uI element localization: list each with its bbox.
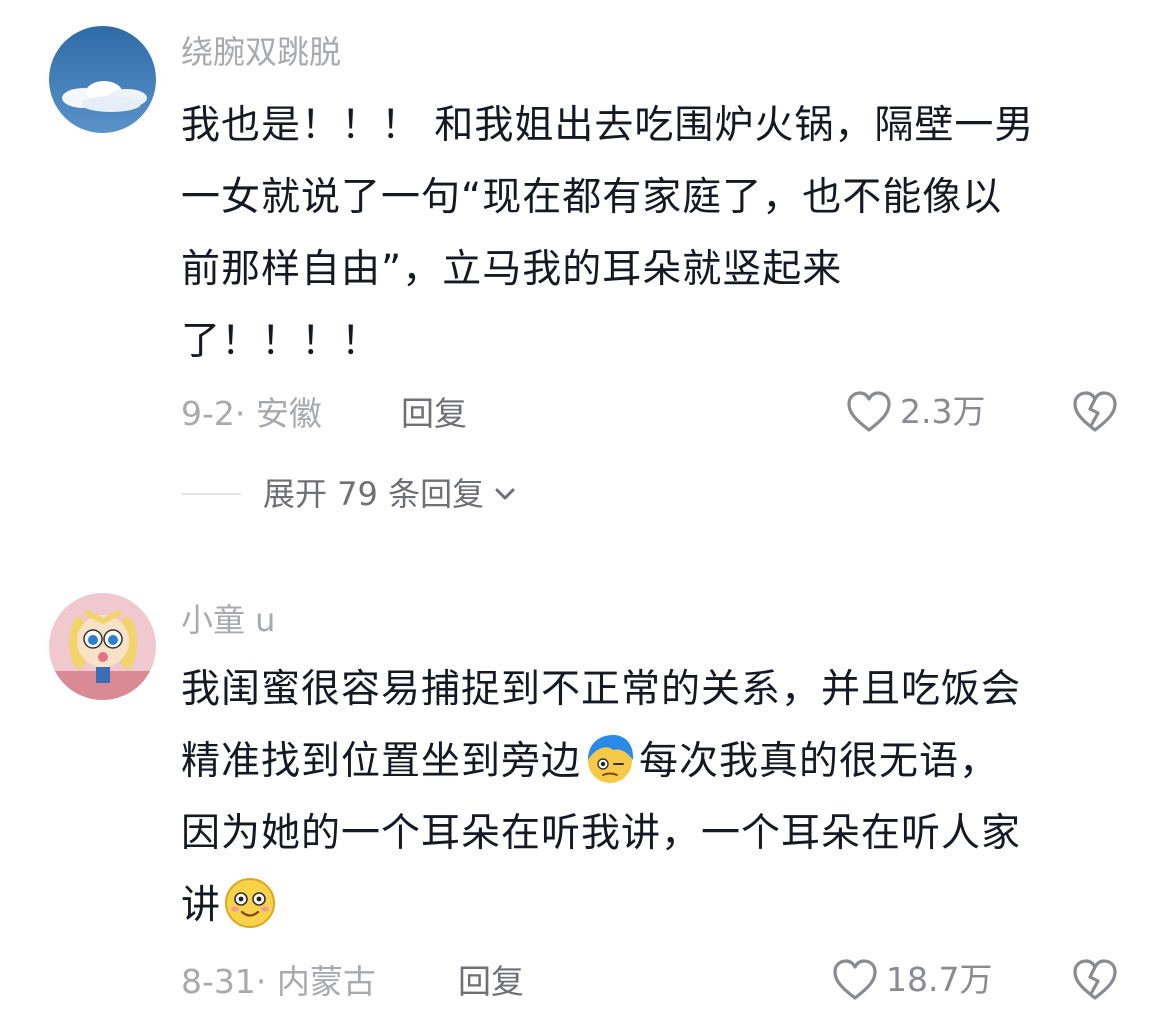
date-location: 8-31· 内蒙古: [181, 962, 376, 1001]
username[interactable]: 绕腕双跳脱: [181, 32, 341, 72]
like-button[interactable]: 2.3万: [846, 390, 985, 434]
like-button[interactable]: 18.7万: [832, 958, 992, 1002]
comment-line: 因为她的一个耳朵在听我讲，一个耳朵在听人家: [181, 811, 1022, 856]
like-count: 2.3万: [900, 392, 986, 431]
heart-outline-icon: [847, 391, 891, 432]
comment-text: 我闺蜜很容易捕捉到不正常的关系，并且吃饭会 精准找到位置坐到旁边 每次我真的很无…: [181, 654, 1121, 942]
heart-outline-icon: [833, 959, 877, 1000]
crying-blue-hair-emoji-icon: [583, 732, 637, 786]
comment-line: 我闺蜜很容易捕捉到不正常的关系，并且吃饭会: [181, 667, 1022, 712]
broken-heart-icon: [1073, 391, 1117, 432]
expand-replies[interactable]: 展开 79 条回复: [181, 474, 518, 514]
avatar-sky-image: [49, 26, 156, 133]
comment-line: 每次我真的很无语，: [639, 739, 1000, 784]
dislike-button[interactable]: [1072, 958, 1118, 1006]
comment-line: 我也是！！！ 和我姐出去吃围炉火锅，隔壁一男: [181, 103, 1035, 148]
comment-line: 了！！！！: [181, 319, 382, 364]
date-location: 9-2· 安徽: [181, 394, 322, 433]
dislike-button[interactable]: [1072, 390, 1118, 438]
broken-heart-icon: [1073, 959, 1117, 1000]
username[interactable]: 小童 u: [181, 600, 275, 640]
like-count: 18.7万: [886, 960, 993, 999]
expand-replies-label: 展开 79 条回复: [263, 475, 485, 513]
avatar[interactable]: [49, 26, 156, 133]
avatar-cartoon-image: [49, 593, 156, 700]
comment-line: 一女就说了一句“现在都有家庭了，也不能像以: [181, 175, 1003, 220]
comment-line: 讲: [181, 883, 222, 928]
comment-text: 我也是！！！ 和我姐出去吃围炉火锅，隔壁一男 一女就说了一句“现在都有家庭了，也…: [181, 90, 1121, 378]
smiling-face-emoji-icon: [223, 876, 277, 930]
reply-button[interactable]: 回复: [401, 394, 467, 434]
reply-button[interactable]: 回复: [458, 962, 524, 1002]
expand-divider: [181, 493, 241, 495]
chevron-down-icon: [495, 488, 515, 500]
comment-line: 精准找到位置坐到旁边: [181, 739, 582, 784]
avatar[interactable]: [49, 593, 156, 700]
comment-line: 前那样自由”，立马我的耳朵就竖起来: [181, 247, 843, 292]
